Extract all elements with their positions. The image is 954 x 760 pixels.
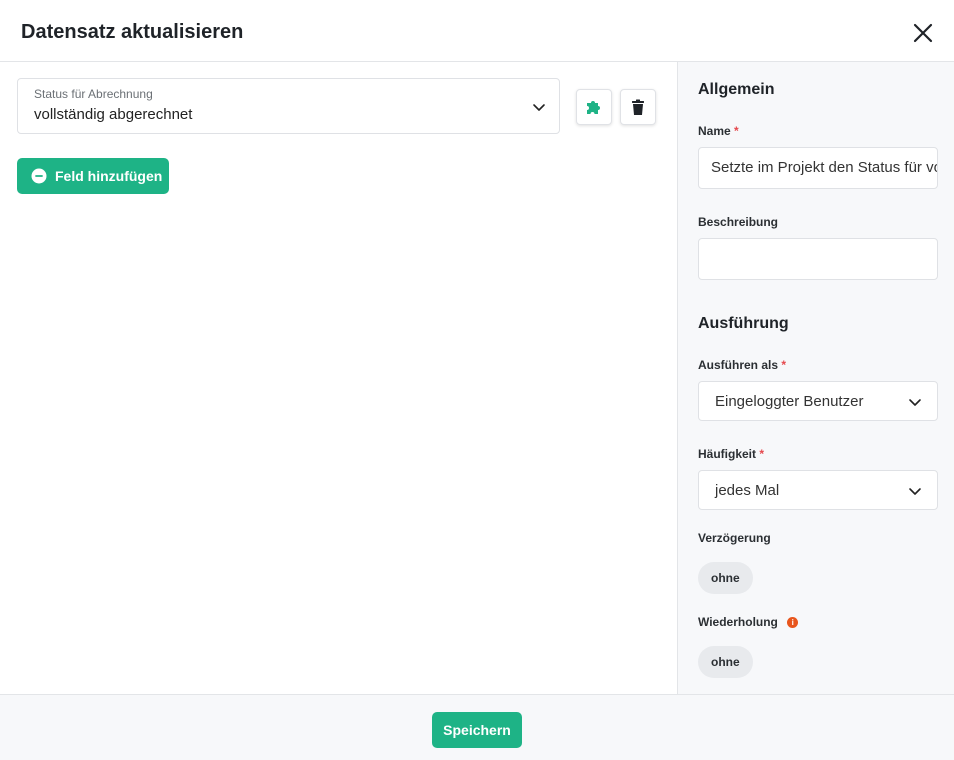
- delete-button[interactable]: [620, 89, 656, 125]
- name-input[interactable]: Setzte im Projekt den Status für vo: [698, 147, 938, 189]
- repeat-chip[interactable]: ohne: [698, 646, 753, 678]
- field-select-value: vollständig abgerechnet: [34, 106, 193, 123]
- plugin-button[interactable]: [576, 89, 612, 125]
- close-icon: [913, 23, 933, 43]
- dialog-title: Datensatz aktualisieren: [21, 21, 244, 43]
- execution-section-title: Ausführung: [698, 315, 789, 332]
- run-as-label: Ausführen als *: [698, 358, 787, 372]
- frequency-label: Häufigkeit *: [698, 447, 765, 461]
- add-field-button[interactable]: Feld hinzufügen: [17, 158, 169, 194]
- description-label: Beschreibung: [698, 215, 779, 229]
- run-as-value: Eingeloggter Benutzer: [715, 393, 864, 410]
- delay-label: Verzögerung: [698, 531, 771, 545]
- plus-circle-icon: [31, 168, 47, 184]
- info-icon[interactable]: i: [787, 617, 799, 629]
- dialog-header: Datensatz aktualisieren: [0, 0, 954, 62]
- update-record-dialog: Datensatz aktualisieren Status für Abrec…: [0, 0, 954, 760]
- main-panel: Status für Abrechnung vollständig abgere…: [0, 62, 677, 694]
- settings-sidebar: Allgemein Name * Setzte im Projekt den S…: [677, 62, 954, 694]
- required-mark: *: [781, 358, 787, 372]
- required-mark: *: [759, 447, 765, 461]
- required-mark: *: [734, 124, 739, 138]
- close-button[interactable]: [906, 16, 940, 50]
- save-button[interactable]: Speichern: [432, 712, 522, 748]
- chevron-down-icon: [909, 488, 921, 495]
- delay-chip[interactable]: ohne: [698, 562, 753, 594]
- dialog-footer: Speichern: [0, 694, 954, 760]
- field-select-label: Status für Abrechnung: [34, 87, 153, 101]
- description-input[interactable]: [698, 238, 938, 280]
- run-as-select[interactable]: Eingeloggter Benutzer: [698, 381, 938, 421]
- repeat-label: Wiederholung i: [698, 615, 799, 629]
- trash-icon: [632, 99, 644, 115]
- name-label: Name *: [698, 124, 739, 138]
- frequency-value: jedes Mal: [715, 482, 780, 499]
- chevron-down-icon: [533, 104, 545, 111]
- add-field-label: Feld hinzufügen: [55, 168, 163, 184]
- field-select[interactable]: Status für Abrechnung vollständig abgere…: [17, 78, 560, 134]
- frequency-select[interactable]: jedes Mal: [698, 470, 938, 510]
- general-section-title: Allgemein: [698, 81, 775, 98]
- chevron-down-icon: [909, 399, 921, 406]
- puzzle-icon: [587, 101, 600, 114]
